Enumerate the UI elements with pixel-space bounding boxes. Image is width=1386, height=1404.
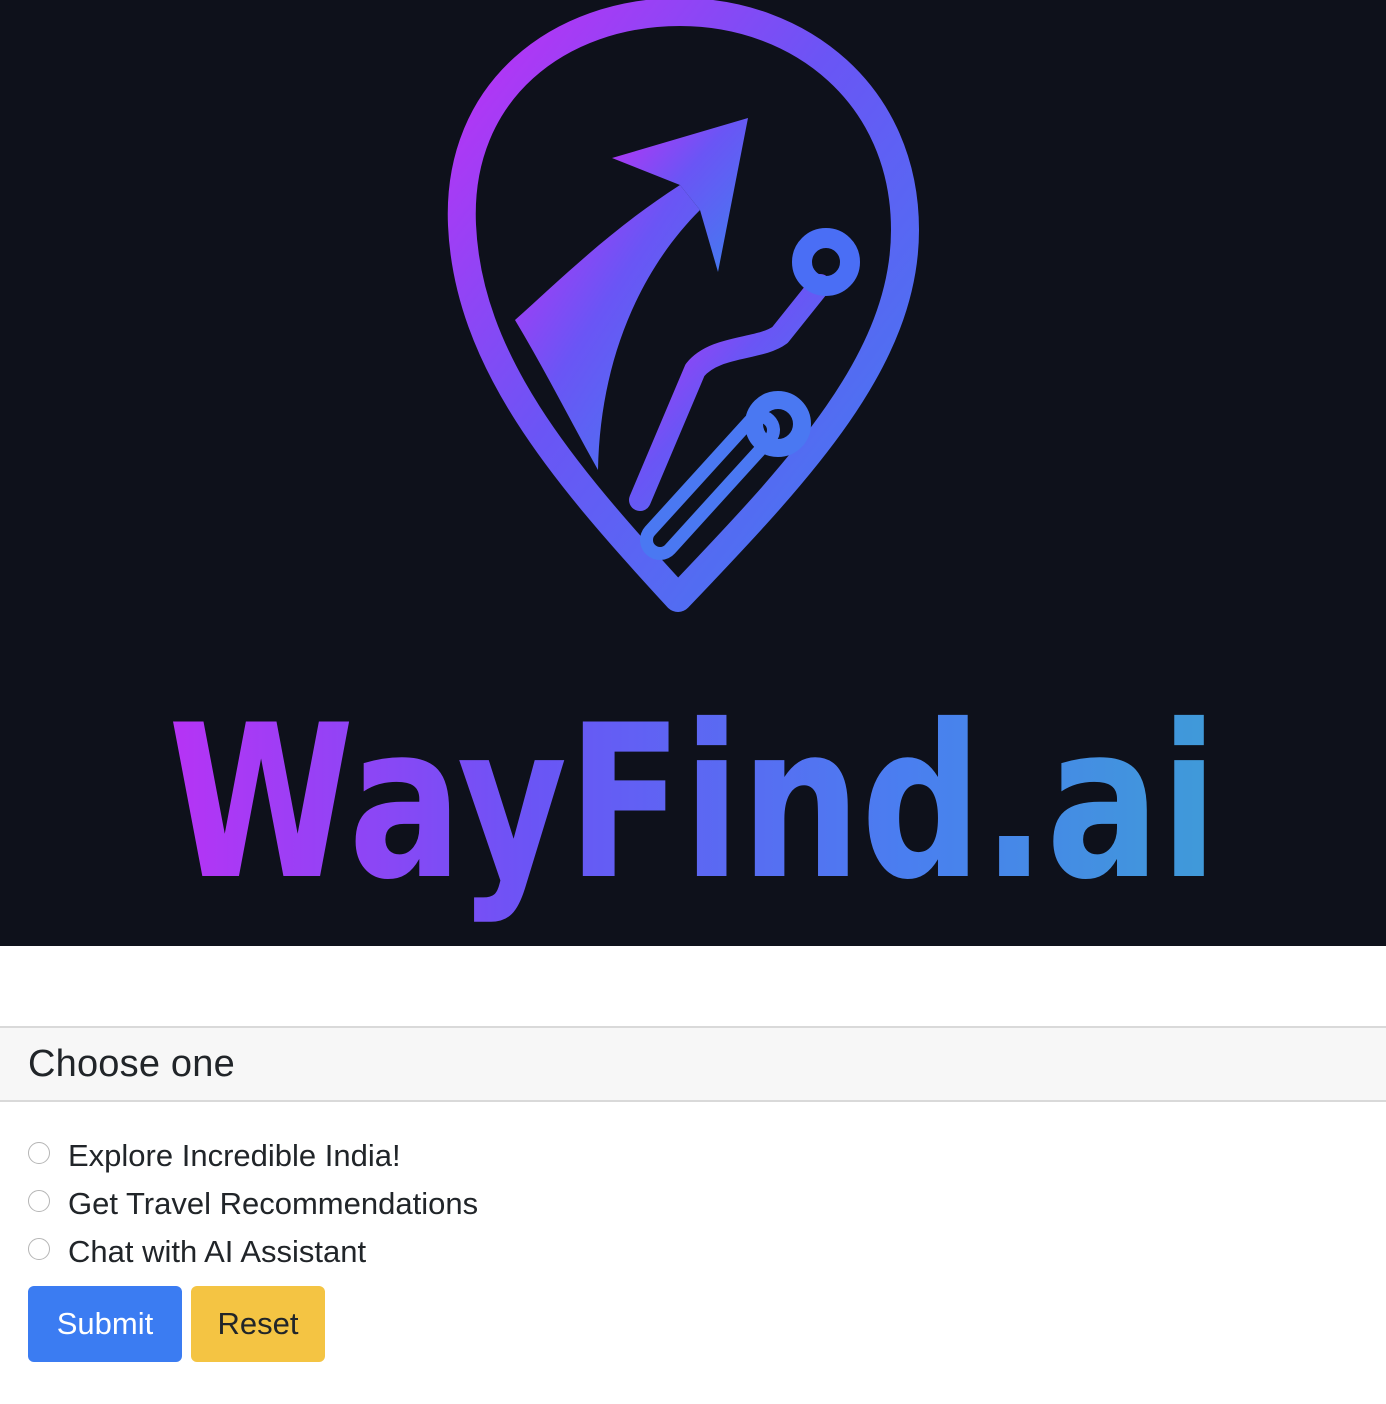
option-label: Chat with AI Assistant bbox=[68, 1234, 367, 1269]
brand-logo: WayFind.ai bbox=[168, 0, 1218, 926]
options-list: Explore Incredible India! Get Travel Rec… bbox=[28, 1132, 478, 1276]
option-label: Get Travel Recommendations bbox=[68, 1186, 479, 1221]
option-travel-recommendations[interactable]: Get Travel Recommendations bbox=[28, 1180, 478, 1228]
radio-travel-recommendations[interactable] bbox=[28, 1190, 50, 1212]
map-pin-route-icon bbox=[447, 0, 919, 612]
submit-button[interactable]: Submit bbox=[28, 1286, 182, 1362]
option-chat-ai[interactable]: Chat with AI Assistant bbox=[28, 1228, 478, 1276]
radio-chat-ai[interactable] bbox=[28, 1238, 50, 1260]
radio-explore-india[interactable] bbox=[28, 1142, 50, 1164]
choice-card: Choose one Explore Incredible India! Get… bbox=[0, 1026, 1386, 1404]
hero-banner: WayFind.ai bbox=[0, 0, 1386, 946]
card-header: Choose one bbox=[0, 1026, 1386, 1102]
card-title: Choose one bbox=[28, 1043, 235, 1085]
brand-name: WayFind.ai bbox=[168, 679, 1218, 926]
reset-button[interactable]: Reset bbox=[191, 1286, 325, 1362]
option-label: Explore Incredible India! bbox=[68, 1138, 401, 1173]
option-explore-india[interactable]: Explore Incredible India! bbox=[28, 1132, 478, 1180]
form-actions: Submit Reset bbox=[28, 1286, 325, 1362]
